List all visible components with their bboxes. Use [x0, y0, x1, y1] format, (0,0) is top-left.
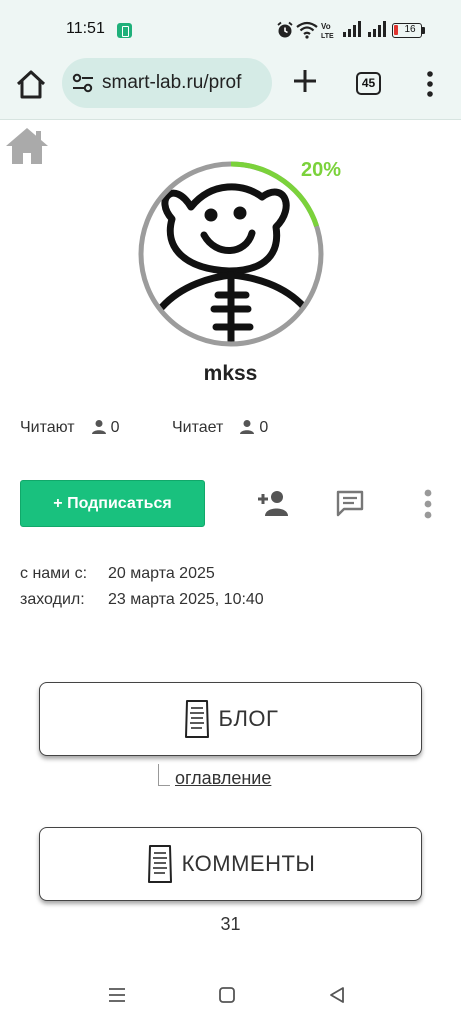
recents-icon[interactable]	[107, 986, 127, 1004]
new-tab-icon[interactable]	[292, 68, 318, 94]
joined-value: 20 марта 2025	[108, 565, 215, 582]
signal-icon	[343, 21, 361, 37]
message-icon[interactable]	[336, 489, 364, 517]
site-settings-icon[interactable]	[72, 73, 94, 93]
alarm-icon	[277, 21, 293, 38]
system-nav-bar	[0, 972, 461, 1024]
app-notification-icon	[117, 23, 132, 38]
last-seen-value: 23 марта 2025, 10:40	[108, 591, 264, 608]
clock: 11:51	[66, 20, 105, 37]
subscribe-button[interactable]: + Подписаться	[20, 480, 205, 527]
followers-count: 0	[110, 419, 120, 436]
back-icon[interactable]	[328, 986, 346, 1004]
toc-connector	[158, 764, 170, 786]
joined-label: с нами с:	[20, 565, 88, 582]
address-bar[interactable]: smart-lab.ru/prof	[62, 58, 272, 108]
avatar[interactable]	[134, 157, 328, 351]
home-icon[interactable]	[218, 986, 236, 1004]
person-icon	[240, 420, 255, 434]
toc-link[interactable]: оглавление	[175, 768, 271, 789]
blog-button[interactable]: БЛОГ	[39, 682, 422, 756]
home-icon[interactable]	[14, 68, 48, 102]
add-friend-icon[interactable]	[256, 489, 288, 517]
battery-level: 16	[404, 24, 416, 35]
last-seen-info: заходил: 23 марта 2025, 10:40	[20, 591, 264, 609]
avatar-image	[138, 161, 324, 347]
blog-label: БЛОГ	[218, 706, 279, 731]
document-icon	[184, 700, 209, 738]
progress-label: 20%	[301, 159, 342, 181]
following-count: 0	[259, 419, 269, 436]
username: mkss	[203, 362, 258, 385]
following-stat[interactable]: Читает 0	[172, 419, 268, 437]
url-text: smart-lab.ru/prof	[102, 72, 242, 93]
battery-fill	[394, 25, 398, 35]
comments-label: КОММЕНТЫ	[181, 851, 316, 876]
menu-icon[interactable]	[424, 70, 436, 98]
browser-toolbar: smart-lab.ru/prof 45	[0, 56, 461, 120]
signal-icon	[368, 21, 386, 37]
followers-label: Читают	[20, 419, 75, 436]
wifi-icon	[296, 21, 318, 39]
comments-count: 31	[220, 914, 241, 934]
volte-icon: Vo LTE	[321, 22, 334, 40]
last-seen-label: заходил:	[20, 591, 85, 608]
svg-text:LTE: LTE	[321, 33, 334, 40]
joined-info: с нами с: 20 марта 2025	[20, 565, 215, 583]
svg-text:Vo: Vo	[321, 22, 331, 31]
document-icon	[147, 845, 172, 883]
following-label: Читает	[172, 419, 224, 436]
comments-button[interactable]: КОММЕНТЫ	[39, 827, 422, 901]
battery-cap	[422, 27, 425, 34]
status-bar: 11:51 Vo LTE 16	[0, 0, 461, 56]
tab-count: 45	[361, 76, 376, 90]
person-icon	[91, 420, 106, 434]
tabs-icon[interactable]: 45	[356, 72, 381, 95]
followers-stat[interactable]: Читают 0	[20, 419, 120, 437]
site-home-icon[interactable]	[4, 126, 50, 166]
battery-icon: 16	[392, 23, 422, 38]
more-icon[interactable]	[422, 488, 434, 520]
